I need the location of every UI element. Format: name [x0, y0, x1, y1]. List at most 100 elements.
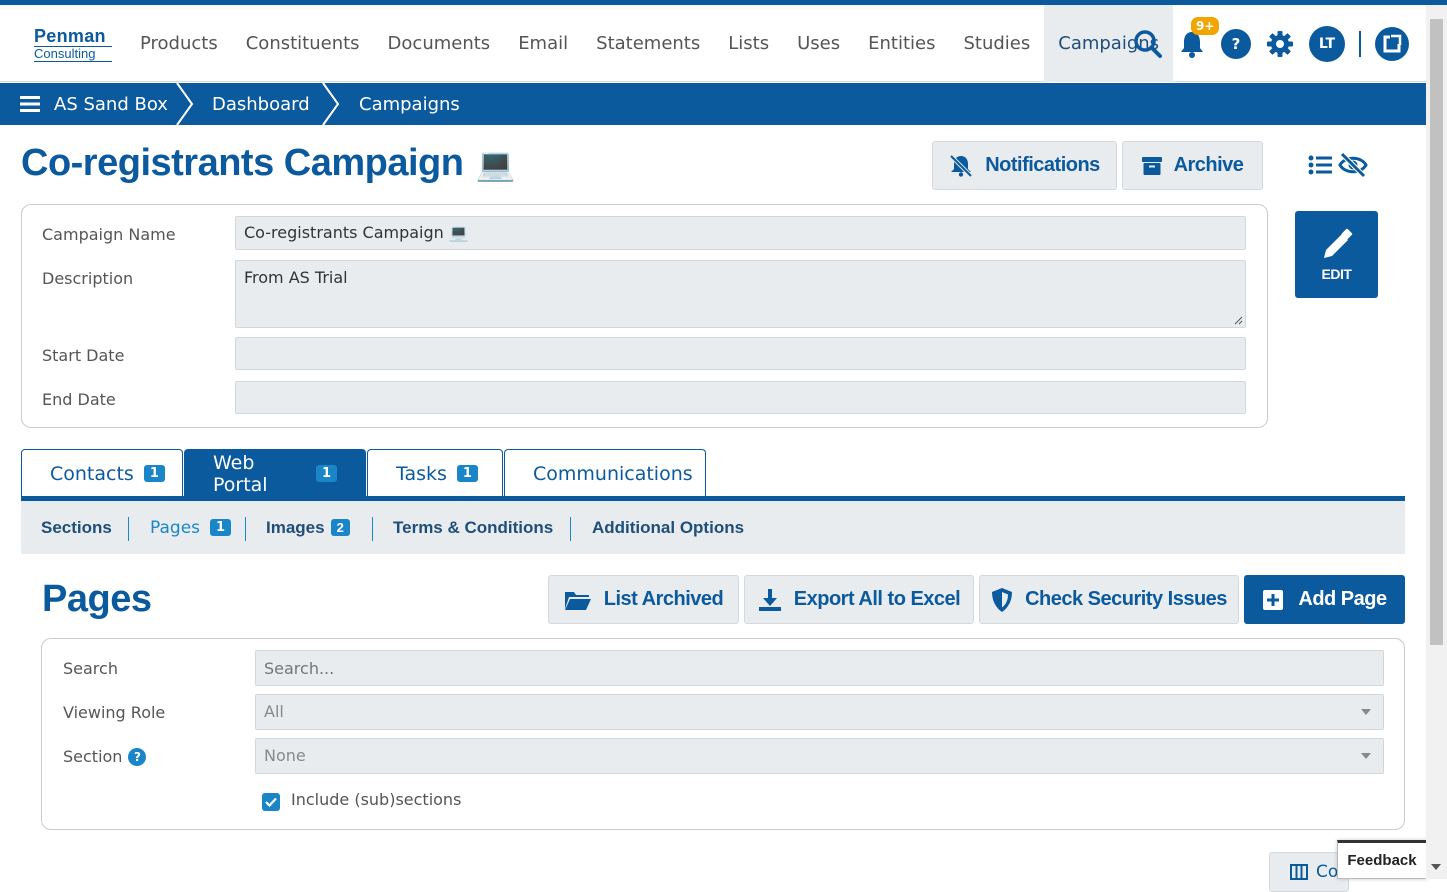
- tab-web-portal-label: Web Portal: [213, 451, 268, 496]
- subtab-divider: [570, 517, 571, 541]
- columns-icon: [1290, 864, 1308, 880]
- chevron-down-icon: [1361, 709, 1371, 715]
- list-archived-button[interactable]: List Archived: [548, 575, 739, 624]
- description-field[interactable]: From AS Trial: [235, 260, 1246, 328]
- start-date-label: Start Date: [42, 346, 125, 365]
- campaign-details-card: Campaign Name Co-registrants Campaign 💻 …: [21, 204, 1268, 428]
- nav-lists[interactable]: Lists: [714, 5, 783, 82]
- description-label: Description: [42, 269, 134, 288]
- feedback-button[interactable]: Feedback: [1337, 840, 1427, 879]
- gear-icon[interactable]: [1265, 29, 1295, 59]
- laptop-emoji: 💻: [475, 145, 515, 182]
- user-avatar[interactable]: LT: [1309, 25, 1345, 62]
- breadcrumb: AS Sand Box Dashboard Campaigns: [0, 83, 1426, 125]
- end-date-field[interactable]: [235, 381, 1246, 414]
- add-page-button[interactable]: Add Page: [1244, 575, 1405, 624]
- page-scrollbar[interactable]: [1426, 5, 1447, 879]
- include-subsections-label[interactable]: Include (sub)sections: [291, 790, 461, 809]
- subtab-sections[interactable]: Sections: [41, 501, 112, 554]
- end-date-label: End Date: [42, 390, 116, 409]
- notifications-button[interactable]: Notifications: [932, 141, 1117, 190]
- check-icon: [265, 797, 277, 807]
- notifications-label: Notifications: [985, 154, 1100, 176]
- campaign-name-label: Campaign Name: [42, 225, 176, 244]
- search-input[interactable]: [255, 650, 1384, 686]
- check-security-button[interactable]: Check Security Issues: [979, 575, 1239, 624]
- campaign-name-field[interactable]: Co-registrants Campaign 💻: [235, 216, 1246, 250]
- pencil-icon: [1323, 228, 1352, 258]
- nav-entities[interactable]: Entities: [854, 5, 949, 82]
- section-value: None: [264, 746, 306, 765]
- filter-card: Search Viewing Role All Section ? None: [41, 638, 1405, 830]
- subtab-images[interactable]: Images 2: [266, 501, 350, 554]
- list-archived-label: List Archived: [603, 588, 724, 610]
- tab-contacts-label: Contacts: [50, 462, 134, 485]
- breadcrumb-separator-icon: [322, 83, 340, 125]
- subtab-images-label: Images: [266, 517, 325, 537]
- app-switcher-icon[interactable]: [1375, 26, 1409, 61]
- breadcrumb-sandbox[interactable]: AS Sand Box: [20, 83, 168, 125]
- nav-statements[interactable]: Statements: [582, 5, 714, 82]
- notification-count-badge: 9+: [1191, 16, 1220, 35]
- viewing-role-select[interactable]: All: [255, 694, 1384, 730]
- nav-uses[interactable]: Uses: [783, 5, 854, 82]
- logo-line2: Consulting: [34, 46, 112, 62]
- subtab-images-count: 2: [330, 519, 350, 536]
- nav-products[interactable]: Products: [126, 5, 232, 82]
- shield-icon: [992, 587, 1013, 612]
- columns-label: Co: [1316, 862, 1339, 882]
- subtab-divider: [372, 517, 373, 541]
- page-title-text: Co-registrants Campaign: [21, 142, 464, 184]
- help-icon[interactable]: ?: [1221, 28, 1251, 59]
- subtab-terms[interactable]: Terms & Conditions: [393, 501, 553, 554]
- tab-contacts-count: 1: [143, 465, 165, 482]
- nav-email[interactable]: Email: [504, 5, 582, 82]
- subtab-pages-label: Pages: [150, 517, 201, 538]
- scroll-down-icon[interactable]: [1431, 863, 1441, 871]
- tab-tasks-count: 1: [456, 465, 478, 482]
- section-label-wrap: Section ?: [63, 747, 147, 766]
- nav-icons: 9+ ? LT: [1133, 5, 1409, 82]
- eye-slash-icon[interactable]: [1338, 152, 1368, 178]
- check-security-label: Check Security Issues: [1025, 588, 1227, 610]
- breadcrumb-campaigns[interactable]: Campaigns: [359, 83, 460, 125]
- archive-button[interactable]: Archive: [1122, 141, 1263, 190]
- subtab-bar: Sections Pages 1 Images 2 Terms & Condit…: [21, 501, 1405, 554]
- subtab-additional-options[interactable]: Additional Options: [592, 501, 744, 554]
- search-icon[interactable]: [1133, 29, 1163, 59]
- subtab-divider: [245, 517, 246, 541]
- export-excel-button[interactable]: Export All to Excel: [744, 575, 974, 624]
- tab-web-portal-count: 1: [315, 465, 337, 482]
- plus-square-icon: [1263, 589, 1284, 610]
- breadcrumb-separator-icon: [176, 83, 194, 125]
- resize-handle-icon[interactable]: [1233, 315, 1243, 325]
- viewing-role-label: Viewing Role: [63, 703, 166, 722]
- tab-contacts[interactable]: Contacts 1: [21, 449, 183, 497]
- help-icon[interactable]: ?: [128, 747, 147, 766]
- tab-communications[interactable]: Communications: [504, 449, 706, 497]
- section-select[interactable]: None: [255, 738, 1384, 774]
- start-date-field[interactable]: [235, 337, 1246, 370]
- export-excel-label: Export All to Excel: [793, 588, 961, 610]
- folder-open-icon: [564, 591, 591, 610]
- bell-icon[interactable]: 9+: [1177, 16, 1220, 59]
- main-nav: Products Constituents Documents Email St…: [126, 5, 1174, 82]
- section-label: Section: [63, 747, 123, 766]
- list-view-icon[interactable]: [1308, 154, 1332, 176]
- breadcrumb-dashboard[interactable]: Dashboard: [212, 83, 310, 125]
- nav-studies[interactable]: Studies: [949, 5, 1044, 82]
- subtab-divider: [128, 517, 129, 541]
- description-value: From AS Trial: [244, 268, 348, 287]
- company-logo[interactable]: Penman Consulting: [34, 27, 112, 62]
- edit-button[interactable]: EDIT: [1295, 211, 1378, 298]
- scrollbar-thumb[interactable]: [1430, 19, 1443, 645]
- include-subsections-checkbox[interactable]: [262, 793, 280, 811]
- nav-documents[interactable]: Documents: [374, 5, 505, 82]
- subtab-pages[interactable]: Pages 1: [150, 501, 232, 554]
- tab-tasks[interactable]: Tasks 1: [367, 449, 503, 497]
- hamburger-icon[interactable]: [20, 95, 40, 113]
- nav-constituents[interactable]: Constituents: [232, 5, 374, 82]
- pages-heading: Pages: [42, 578, 152, 620]
- tab-web-portal[interactable]: Web Portal 1: [184, 449, 366, 497]
- archive-box-icon: [1141, 156, 1162, 175]
